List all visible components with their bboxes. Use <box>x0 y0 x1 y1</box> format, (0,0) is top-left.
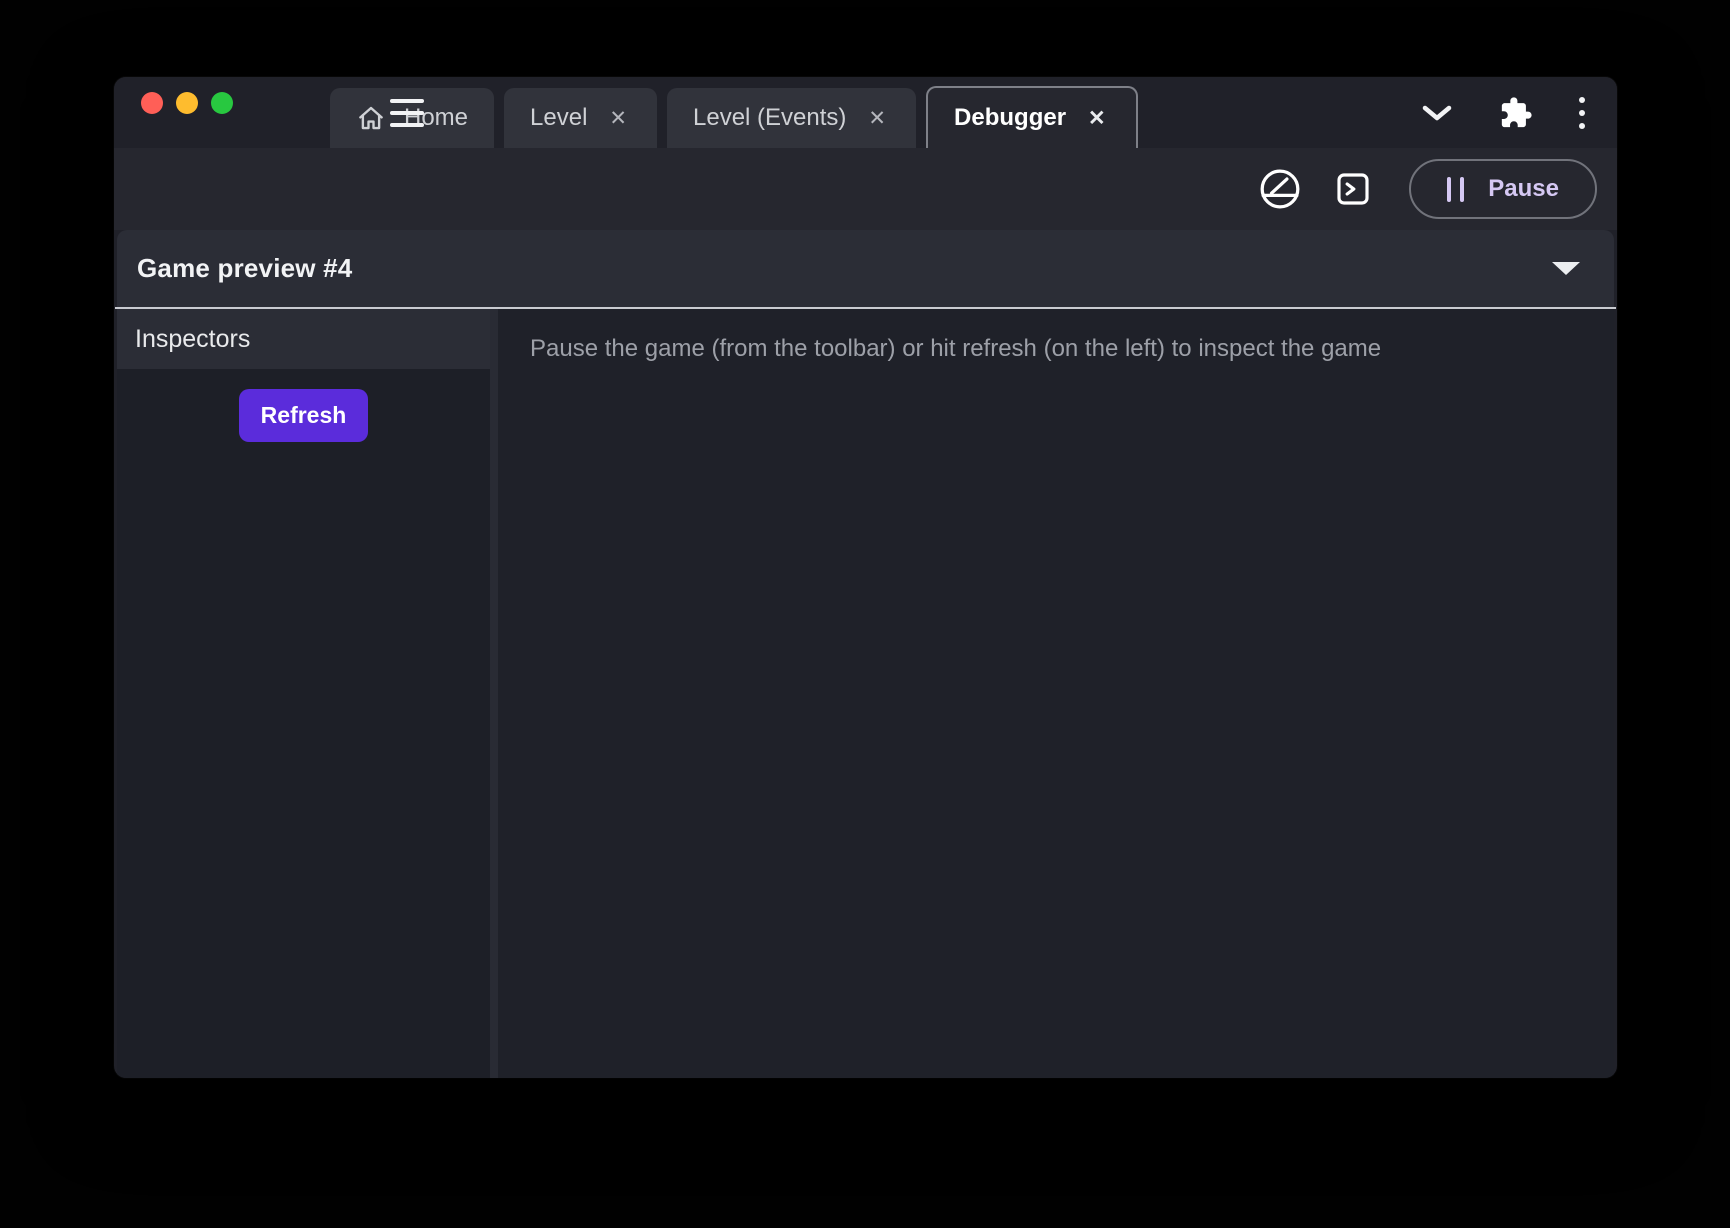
minimize-window-button[interactable] <box>176 92 198 114</box>
inspector-content-area: Pause the game (from the toolbar) or hit… <box>498 309 1614 1078</box>
zoom-window-button[interactable] <box>211 92 233 114</box>
gauge-icon <box>1257 166 1303 212</box>
close-tab-icon[interactable]: ✕ <box>605 106 631 131</box>
close-tab-icon[interactable]: ✕ <box>1084 106 1110 131</box>
empty-state-message: Pause the game (from the toolbar) or hit… <box>498 309 1614 363</box>
tab-level[interactable]: Level ✕ <box>504 88 657 148</box>
window-titlebar: Home Level ✕ Level (Events) ✕ Debugger ✕ <box>114 77 1617 148</box>
close-window-button[interactable] <box>141 92 163 114</box>
game-preview-title: Game preview #4 <box>137 253 352 284</box>
more-options-button[interactable] <box>1579 97 1585 129</box>
profiler-button[interactable] <box>1257 166 1303 212</box>
hamburger-menu-icon[interactable] <box>390 99 424 127</box>
inspectors-header-label: Inspectors <box>135 325 250 354</box>
tab-level-events[interactable]: Level (Events) ✕ <box>667 88 916 148</box>
tab-debugger[interactable]: Debugger ✕ <box>926 86 1138 148</box>
close-tab-icon[interactable]: ✕ <box>864 106 890 131</box>
titlebar-actions <box>1421 77 1585 148</box>
pause-button-label: Pause <box>1488 175 1559 203</box>
tab-label: Level (Events) <box>693 104 846 132</box>
debugger-toolbar: Pause <box>114 148 1617 230</box>
tab-label: Level <box>530 104 587 132</box>
inspectors-header: Inspectors <box>117 309 490 369</box>
extensions-button[interactable] <box>1499 96 1533 130</box>
puzzle-icon <box>1499 96 1533 130</box>
tab-bar: Home Level ✕ Level (Events) ✕ Debugger ✕ <box>330 88 1138 148</box>
desktop-background: Home Level ✕ Level (Events) ✕ Debugger ✕ <box>0 0 1730 1228</box>
console-button[interactable] <box>1333 169 1373 209</box>
tab-label: Debugger <box>954 104 1066 132</box>
inspectors-sidebar: Inspectors Refresh <box>117 309 490 1078</box>
dropdown-caret-icon[interactable] <box>1552 262 1580 275</box>
pause-button[interactable]: Pause <box>1409 159 1597 219</box>
traffic-lights <box>141 92 233 114</box>
refresh-button[interactable]: Refresh <box>239 389 369 442</box>
app-window: Home Level ✕ Level (Events) ✕ Debugger ✕ <box>114 77 1617 1078</box>
tab-overflow-button[interactable] <box>1421 104 1453 122</box>
chevron-down-icon <box>1421 104 1453 122</box>
panel-resize-handle[interactable] <box>490 309 498 1078</box>
pause-icon <box>1447 177 1464 202</box>
debugger-body: Inspectors Refresh Pause the game (from … <box>114 309 1617 1078</box>
home-icon <box>356 103 386 133</box>
console-icon <box>1333 169 1373 209</box>
game-preview-header[interactable]: Game preview #4 <box>117 230 1614 307</box>
kebab-menu-icon <box>1579 97 1585 103</box>
